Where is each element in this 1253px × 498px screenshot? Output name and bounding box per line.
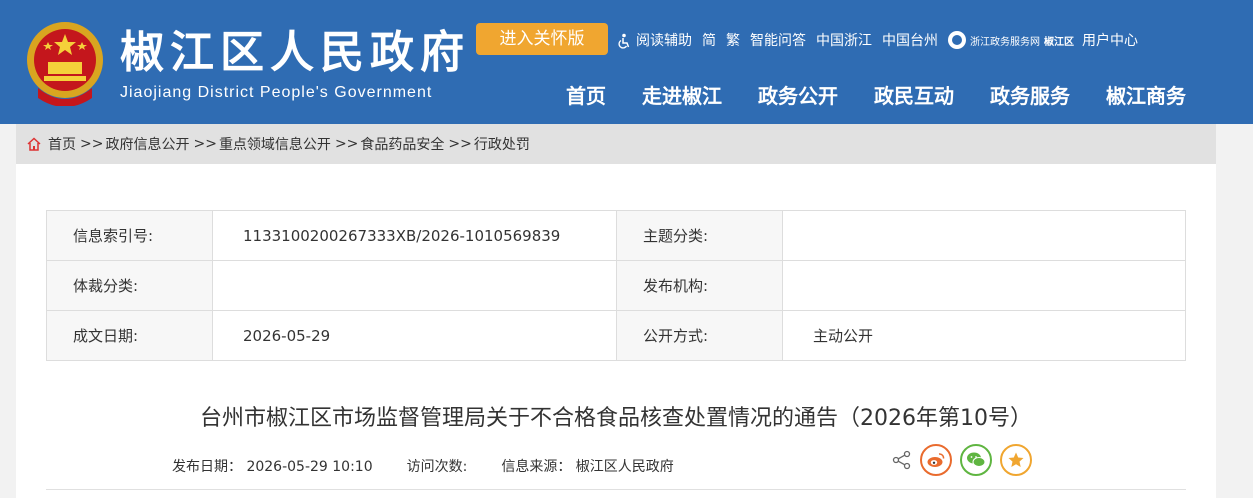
nav-services[interactable]: 政务服务 xyxy=(990,80,1070,112)
zhejiang-globe-icon xyxy=(948,31,966,49)
wechat-icon xyxy=(967,452,986,467)
smart-qa-link[interactable]: 智能问答 xyxy=(750,30,806,50)
home-icon xyxy=(27,137,41,151)
divider xyxy=(46,489,1186,490)
favorite-button[interactable] xyxy=(1000,444,1032,476)
national-emblem-icon[interactable] xyxy=(24,18,106,106)
nav-interaction[interactable]: 政民互动 xyxy=(874,80,954,112)
top-links: 阅读辅助 简 繁 智能问答 中国浙江 中国台州 浙江政务服务网 椒江区 用户中心 xyxy=(616,28,1148,52)
article-title: 台州市椒江区市场监督管理局关于不合格食品核查处置情况的通告（2026年第10号） xyxy=(200,406,1032,431)
favorite-star-icon xyxy=(1008,452,1024,467)
breadcrumb-home[interactable]: 首页 xyxy=(48,134,76,154)
issuer-value xyxy=(782,260,1186,311)
table-row: 体裁分类: 发布机构: xyxy=(46,260,1186,311)
share-wechat-button[interactable] xyxy=(960,444,992,476)
reading-aid-link[interactable]: 阅读辅助 xyxy=(616,30,692,50)
breadcrumb: 首页 >> 政府信息公开 >> 重点领域信息公开 >> 食品药品安全 >> 行政… xyxy=(16,124,1216,164)
genre-value xyxy=(212,260,617,311)
china-zhejiang-link[interactable]: 中国浙江 xyxy=(816,30,872,50)
genre-label: 体裁分类: xyxy=(46,260,213,311)
table-row: 信息索引号: 1133100200267333XB/2026-101056983… xyxy=(46,210,1186,261)
share-bar xyxy=(892,444,1040,476)
reading-aid-label: 阅读辅助 xyxy=(636,33,692,49)
share-icon xyxy=(892,450,911,470)
simplified-link[interactable]: 简 xyxy=(702,30,716,50)
publish-date: 发布日期： 2026-05-29 10:10 xyxy=(172,459,373,475)
breadcrumb-separator: >> xyxy=(448,136,472,152)
date-label: 成文日期: xyxy=(46,310,213,361)
care-mode-button[interactable]: 进入关怀版 xyxy=(476,23,608,55)
zhejiang-service-logo[interactable]: 浙江政务服务网 椒江区 xyxy=(948,31,1074,49)
weibo-icon xyxy=(927,453,945,467)
china-taizhou-link[interactable]: 中国台州 xyxy=(882,30,938,50)
topic-label: 主题分类: xyxy=(616,210,783,261)
main-nav: 首页 走进椒江 政务公开 政民互动 政务服务 椒江商务 xyxy=(548,80,1204,112)
traditional-link[interactable]: 繁 xyxy=(726,30,740,50)
nav-about-jiaojiang[interactable]: 走进椒江 xyxy=(642,80,722,112)
breadcrumb-info-disclosure[interactable]: 政府信息公开 xyxy=(105,134,189,154)
share-weibo-button[interactable] xyxy=(920,444,952,476)
breadcrumb-separator: >> xyxy=(334,136,359,152)
info-source: 信息来源： 椒江区人民政府 xyxy=(501,459,674,475)
nav-commerce[interactable]: 椒江商务 xyxy=(1106,80,1186,112)
nav-government-affairs[interactable]: 政务公开 xyxy=(758,80,838,112)
index-label: 信息索引号: xyxy=(46,210,213,261)
user-center-link[interactable]: 用户中心 xyxy=(1082,30,1138,50)
topic-value xyxy=(782,210,1186,261)
breadcrumb-separator: >> xyxy=(80,136,104,152)
breadcrumb-food-drug-safety[interactable]: 食品药品安全 xyxy=(360,134,444,154)
info-table: 信息索引号: 1133100200267333XB/2026-101056983… xyxy=(46,210,1186,361)
breadcrumb-admin-penalty[interactable]: 行政处罚 xyxy=(474,134,530,154)
zhejiang-service-region: 椒江区 xyxy=(1044,36,1074,48)
breadcrumb-key-areas[interactable]: 重点领域信息公开 xyxy=(219,134,331,154)
article-meta: 发布日期： 2026-05-29 10:10 访问次数: 信息来源： 椒江区人民… xyxy=(172,456,708,476)
disclosure-label: 公开方式: xyxy=(616,310,783,361)
site-title[interactable]: 椒江区人民政府 xyxy=(120,28,470,78)
table-row: 成文日期: 2026-05-29 公开方式: 主动公开 xyxy=(46,310,1186,361)
index-value: 1133100200267333XB/2026-1010569839 xyxy=(212,210,617,261)
nav-home[interactable]: 首页 xyxy=(566,80,606,112)
breadcrumb-separator: >> xyxy=(193,136,217,152)
visit-count: 访问次数: xyxy=(406,459,468,475)
content-panel: 信息索引号: 1133100200267333XB/2026-101056983… xyxy=(16,164,1216,498)
disclosure-value: 主动公开 xyxy=(782,310,1186,361)
accessibility-icon xyxy=(618,33,630,49)
zhejiang-service-text: 浙江政务服务网 xyxy=(970,36,1040,48)
issuer-label: 发布机构: xyxy=(616,260,783,311)
site-subtitle: Jiaojiang District People's Government xyxy=(120,84,433,101)
date-value: 2026-05-29 xyxy=(212,310,617,361)
site-header: 椒江区人民政府 Jiaojiang District People's Gove… xyxy=(0,0,1253,124)
